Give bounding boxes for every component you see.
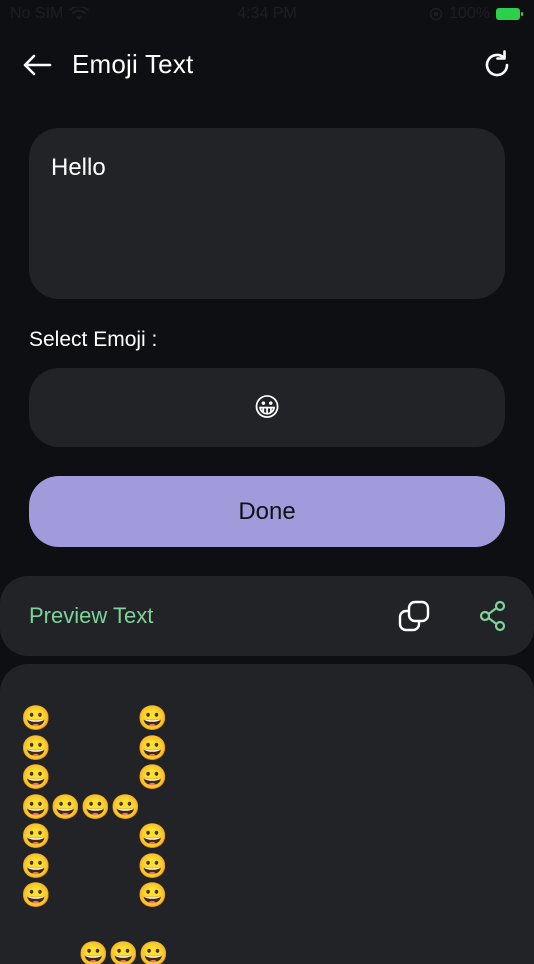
preview-area: 😀 😀 😀 😀 😀 😀 😀😀😀😀 😀 😀 😀 😀 😀 😀 😀😀😀 <box>0 664 534 964</box>
page-title: Emoji Text <box>72 49 194 79</box>
emoji-text-output: 😀 😀 😀 😀 😀 😀 😀😀😀😀 😀 😀 😀 😀 😀 😀 😀😀😀 <box>21 704 169 964</box>
arrow-left-icon <box>23 54 52 76</box>
emoji-selector[interactable]: 😀 <box>29 368 505 447</box>
select-emoji-label: Select Emoji : <box>29 328 158 351</box>
share-button[interactable] <box>476 598 510 634</box>
share-icon <box>479 600 506 632</box>
refresh-button[interactable] <box>480 48 514 82</box>
done-button[interactable]: Done <box>29 476 505 547</box>
status-right: 100% <box>429 5 523 23</box>
battery-icon <box>496 8 523 20</box>
battery-percent: 100% <box>449 5 490 22</box>
preview-header: Preview Text <box>0 576 534 656</box>
back-button[interactable] <box>20 48 54 82</box>
selected-emoji: 😀 <box>253 392 281 422</box>
text-input[interactable]: Hello <box>29 128 505 299</box>
preview-title: Preview Text <box>29 603 154 628</box>
copy-button[interactable] <box>396 598 432 634</box>
app-bar: Emoji Text <box>0 40 534 90</box>
orientation-lock-icon <box>429 7 443 21</box>
copy-icon <box>398 600 430 632</box>
status-bar: No SIM 4:34 PM 100% <box>0 0 534 30</box>
refresh-icon <box>485 50 509 77</box>
